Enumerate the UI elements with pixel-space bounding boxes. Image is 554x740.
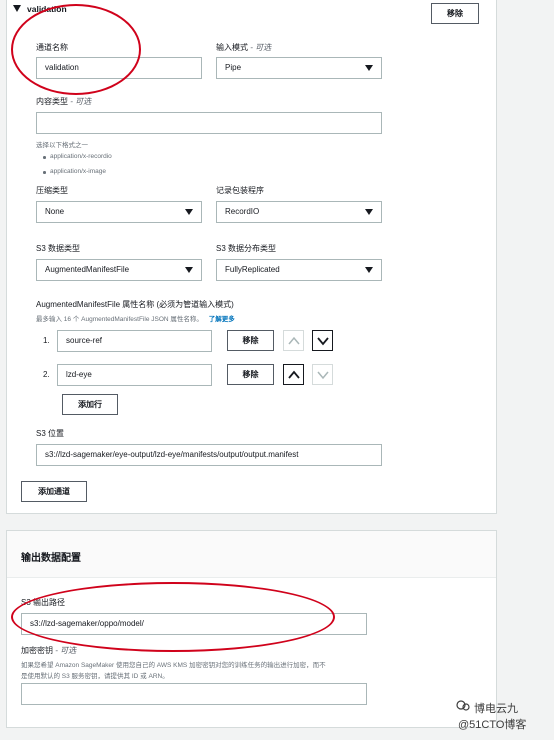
chevron-up-icon bbox=[288, 336, 300, 345]
content-type-input[interactable] bbox=[36, 112, 382, 134]
encryption-key-input[interactable] bbox=[21, 683, 367, 705]
encryption-hint: 如果您希望 Amazon SageMaker 使用您自己的 AWS KMS 加密… bbox=[21, 662, 326, 669]
record-wrapper-select[interactable]: RecordIO bbox=[216, 201, 382, 223]
move-down-button[interactable] bbox=[312, 330, 333, 351]
watermark-line2: @51CTO博客 bbox=[458, 719, 527, 731]
compression-select[interactable]: None bbox=[36, 201, 202, 223]
content-type-hint: 选择以下格式之一 bbox=[36, 142, 88, 149]
output-section-header: 输出数据配置 bbox=[7, 531, 496, 578]
chevron-down-icon bbox=[365, 209, 373, 215]
learn-more-link[interactable]: 了解更多 bbox=[209, 316, 235, 323]
compression-label: 压缩类型 bbox=[36, 186, 68, 195]
attr-row-index: 2. bbox=[43, 370, 50, 379]
attr-names-label: AugmentedManifestFile 属性名称 (必须为管道输入模式) bbox=[36, 300, 234, 309]
chevron-down-icon bbox=[365, 267, 373, 273]
s3-location-label: S3 位置 bbox=[36, 429, 65, 438]
encryption-label: 加密密钥 - 可选 bbox=[21, 646, 77, 655]
s3-output-input[interactable]: s3://lzd-sagemaker/oppo/model/ bbox=[21, 613, 367, 635]
encryption-hint: 是使用默认的 S3 服务密钥，请提供其 ID 或 ARN。 bbox=[21, 673, 169, 680]
add-row-button[interactable]: 添加行 bbox=[62, 394, 118, 415]
move-down-button[interactable] bbox=[312, 364, 333, 385]
content-type-option: application/x-image bbox=[42, 168, 107, 175]
add-channel-button[interactable]: 添加通道 bbox=[21, 481, 87, 502]
channel-section-title: validation bbox=[27, 4, 67, 14]
s3-distribution-select[interactable]: FullyReplicated bbox=[216, 259, 382, 281]
chevron-down-icon bbox=[185, 209, 193, 215]
chevron-down-icon bbox=[185, 267, 193, 273]
collapse-icon[interactable] bbox=[13, 5, 21, 13]
move-up-button[interactable] bbox=[283, 330, 304, 351]
record-wrapper-label: 记录包装程序 bbox=[216, 186, 264, 195]
s3-distribution-label: S3 数据分布类型 bbox=[216, 244, 277, 253]
s3-data-type-select[interactable]: AugmentedManifestFile bbox=[36, 259, 202, 281]
input-mode-select[interactable]: Pipe bbox=[216, 57, 382, 79]
input-channel-panel: validation 移除 通道名称 validation 输入模式 - 可选 … bbox=[6, 0, 497, 514]
remove-attr-button[interactable]: 移除 bbox=[227, 364, 274, 385]
output-section-title: 输出数据配置 bbox=[21, 553, 81, 564]
remove-channel-button[interactable]: 移除 bbox=[431, 3, 479, 24]
attr-name-input[interactable]: lzd-eye bbox=[57, 364, 212, 386]
s3-output-label: S3 输出路径 bbox=[21, 598, 66, 607]
attr-row-index: 1. bbox=[43, 336, 50, 345]
s3-location-input[interactable]: s3://lzd-sagemaker/eye-output/lzd-eye/ma… bbox=[36, 444, 382, 466]
watermark-line1: 博电云九 bbox=[474, 703, 518, 715]
move-up-button[interactable] bbox=[283, 364, 304, 385]
chevron-down-icon bbox=[365, 65, 373, 71]
attr-name-input[interactable]: source-ref bbox=[57, 330, 212, 352]
output-config-panel: 输出数据配置 S3 输出路径 s3://lzd-sagemaker/oppo/m… bbox=[6, 530, 497, 728]
input-mode-label: 输入模式 - 可选 bbox=[216, 43, 272, 52]
chevron-down-icon bbox=[317, 371, 329, 380]
attr-names-hint: 最多输入 16 个 AugmentedManifestFile JSON 属性名… bbox=[36, 316, 235, 323]
chevron-up-icon bbox=[288, 370, 300, 379]
content-type-label: 内容类型 - 可选 bbox=[36, 97, 92, 106]
watermark-logo-icon bbox=[456, 700, 470, 715]
channel-name-label: 通道名称 bbox=[36, 43, 68, 52]
content-type-option: application/x-recordio bbox=[43, 153, 112, 160]
channel-name-input[interactable]: validation bbox=[36, 57, 202, 79]
chevron-down-icon bbox=[317, 337, 329, 346]
s3-data-type-label: S3 数据类型 bbox=[36, 244, 81, 253]
remove-attr-button[interactable]: 移除 bbox=[227, 330, 274, 351]
